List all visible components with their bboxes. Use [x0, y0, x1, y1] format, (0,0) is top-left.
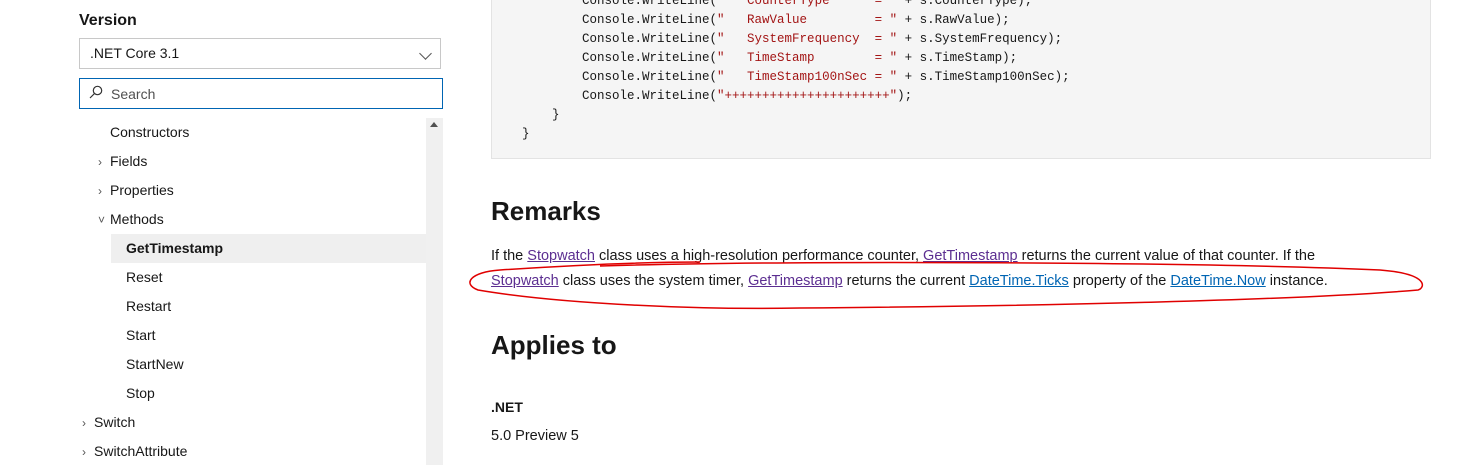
text: returns the current [842, 273, 970, 289]
version-value: .NET Core 3.1 [90, 45, 180, 61]
text: instance. [1265, 273, 1328, 289]
chevron-right-icon: › [98, 155, 102, 169]
text: returns the current value of that counte… [1017, 248, 1316, 264]
tree-item-label: GetTimestamp [126, 240, 223, 256]
tree-item-methods[interactable]: ˅ Methods [98, 205, 164, 234]
version-select[interactable]: .NET Core 3.1 [79, 38, 441, 69]
tree-item-label: Stop [126, 385, 155, 401]
chevron-right-icon: › [82, 445, 86, 459]
tree-item-properties[interactable]: › Properties [98, 176, 174, 205]
tree-item-label: SwitchAttribute [94, 443, 188, 459]
datetime-ticks-link[interactable]: DateTime.Ticks [969, 273, 1069, 289]
code-line: Console.WriteLine(" SystemFrequency = " … [492, 32, 1063, 46]
tree-item-gettimestamp[interactable]: GetTimestamp [111, 234, 426, 263]
stopwatch-link[interactable]: Stopwatch [491, 273, 559, 289]
tree-item-label: StartNew [126, 356, 184, 372]
search-input[interactable] [111, 79, 431, 108]
applies-to-heading: Applies to [491, 330, 617, 360]
code-line: Console.WriteLine("+++++++++++++++++++++… [492, 89, 913, 103]
tree-item-label: Fields [110, 153, 148, 169]
tree-item-fields[interactable]: › Fields [98, 147, 147, 176]
tree-item-stop[interactable]: Stop [126, 379, 155, 408]
chevron-down-icon [419, 47, 432, 60]
tree-item-label: Constructors [110, 124, 190, 140]
scroll-up-arrow-icon[interactable] [430, 122, 438, 127]
product-version: 5.0 Preview 5 [491, 428, 579, 444]
sidebar-scrollbar[interactable] [426, 118, 443, 465]
tree-item-switch[interactable]: › Switch [82, 408, 135, 437]
remarks-heading: Remarks [491, 196, 601, 226]
tree-item-restart[interactable]: Restart [126, 292, 171, 321]
code-line: Console.WriteLine(" TimeStamp100nSec = "… [492, 70, 1070, 84]
code-line: } [492, 127, 530, 141]
tree-item-reset[interactable]: Reset [126, 263, 163, 292]
code-block: Console.WriteLine(" CounterType = " + s.… [491, 0, 1431, 159]
version-label: Version [79, 12, 137, 29]
text: property of the [1068, 273, 1171, 289]
chevron-right-icon: › [98, 184, 102, 198]
code-line: Console.WriteLine(" TimeStamp = " + s.Ti… [492, 51, 1018, 65]
tree-item-label: Reset [126, 269, 163, 285]
tree-item-label: Methods [110, 211, 164, 227]
code-line: } [492, 108, 560, 122]
remarks-paragraph-line-1: If the Stopwatch class uses a high-resol… [491, 248, 1315, 264]
gettimestamp-link[interactable]: GetTimestamp [923, 248, 1018, 264]
tree-item-label: Switch [94, 414, 136, 430]
tree-item-start[interactable]: Start [126, 321, 156, 350]
search-box[interactable] [79, 78, 443, 109]
tree-item-startnew[interactable]: StartNew [126, 350, 184, 379]
tree-item-label: Restart [126, 298, 172, 314]
datetime-now-link[interactable]: DateTime.Now [1170, 273, 1265, 289]
tree-item-label: Properties [110, 182, 174, 198]
code-line: Console.WriteLine(" RawValue = " + s.Raw… [492, 13, 1010, 27]
tree-item-constructors[interactable]: Constructors [110, 118, 189, 147]
search-icon [89, 85, 103, 99]
chevron-down-icon: ˅ [98, 213, 106, 227]
chevron-right-icon: › [82, 416, 86, 430]
stopwatch-link[interactable]: Stopwatch [527, 248, 595, 264]
text: class uses the system timer, [558, 273, 749, 289]
gettimestamp-link[interactable]: GetTimestamp [748, 273, 843, 289]
code-line: Console.WriteLine(" CounterType = " + s.… [492, 0, 1033, 8]
text: If the [491, 248, 528, 264]
product-name: .NET [491, 399, 523, 415]
tree-item-switchattribute[interactable]: › SwitchAttribute [82, 437, 187, 466]
remarks-paragraph-line-2: Stopwatch class uses the system timer, G… [491, 273, 1328, 289]
text: class uses a high-resolution performance… [595, 248, 924, 264]
tree-item-label: Start [126, 327, 156, 343]
